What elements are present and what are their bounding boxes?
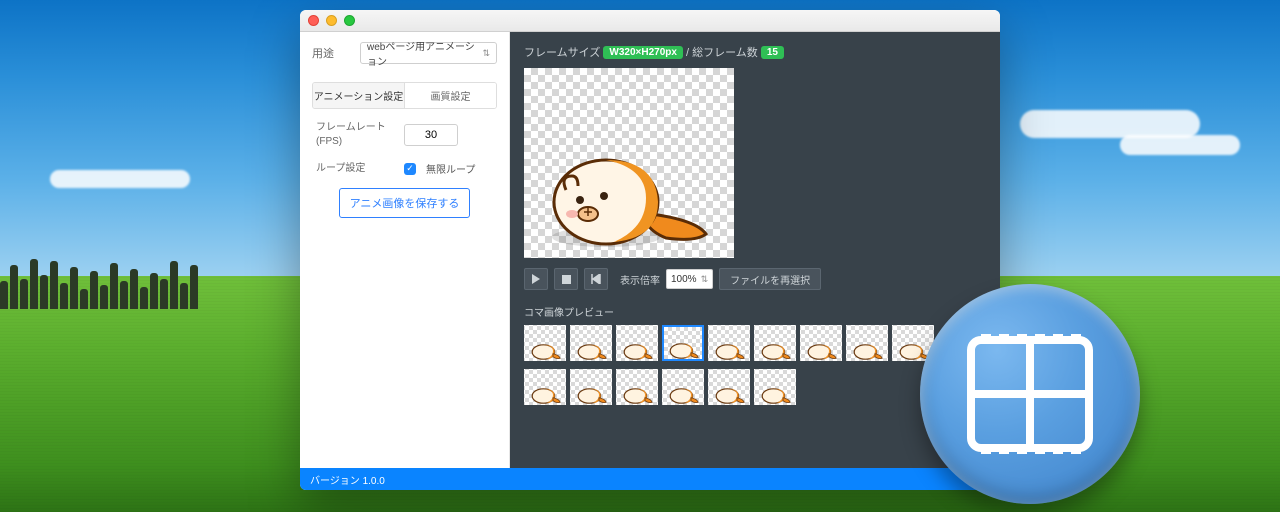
chevron-updown-icon: ⇅: [701, 275, 709, 284]
thumbnail[interactable]: [708, 325, 750, 361]
frame-size-badge: W320×H270px: [603, 46, 683, 59]
thumbnail[interactable]: [800, 325, 842, 361]
fps-label: フレームレート (FPS): [316, 121, 394, 149]
first-frame-button[interactable]: [584, 268, 608, 290]
app-icon: [920, 284, 1140, 504]
version-label: バージョン 1.0.0: [310, 472, 385, 487]
usage-select[interactable]: webページ用アニメーション ⇅: [360, 42, 497, 64]
settings-panel: 用途 webページ用アニメーション ⇅ アニメーション設定 画質設定 フレームレ…: [300, 32, 510, 468]
scale-select[interactable]: 100% ⇅: [666, 269, 713, 289]
scale-value: 100%: [671, 274, 697, 285]
save-button[interactable]: アニメ画像を保存する: [339, 188, 471, 218]
thumbnail[interactable]: [708, 369, 750, 405]
filmstrip-icon: [965, 334, 1095, 454]
usage-label: 用途: [312, 45, 352, 61]
loop-checkbox-label: 無限ループ: [426, 161, 475, 176]
thumbnail[interactable]: [524, 325, 566, 361]
chevron-updown-icon: ⇅: [482, 49, 490, 58]
window-titlebar[interactable]: [300, 10, 1000, 32]
scale-label: 表示倍率: [620, 272, 660, 287]
preview-sprite: [546, 142, 716, 252]
usage-select-value: webページ用アニメーション: [367, 38, 482, 68]
tab-animation[interactable]: アニメーション設定: [313, 83, 404, 108]
thumbnail[interactable]: [616, 325, 658, 361]
thumbnails-title: コマ画像プレビュー: [524, 304, 986, 319]
minimize-icon[interactable]: [326, 15, 337, 26]
zoom-icon[interactable]: [344, 15, 355, 26]
cloud: [1020, 110, 1200, 138]
preview-canvas: [524, 68, 734, 258]
thumbnail[interactable]: [616, 369, 658, 405]
frame-size-label: フレームサイズ: [524, 47, 600, 59]
thumbnail[interactable]: [754, 325, 796, 361]
frame-info: フレームサイズ W320×H270px / 総フレーム数 15: [524, 44, 986, 60]
tab-quality[interactable]: 画質設定: [404, 83, 496, 108]
settings-tabs: アニメーション設定 画質設定: [312, 82, 497, 109]
stop-button[interactable]: [554, 268, 578, 290]
loop-checkbox[interactable]: ✓: [404, 163, 416, 175]
close-icon[interactable]: [308, 15, 319, 26]
total-frames-label: 総フレーム数: [692, 47, 758, 59]
app-window: 用途 webページ用アニメーション ⇅ アニメーション設定 画質設定 フレームレ…: [300, 10, 1000, 490]
thumbnail[interactable]: [662, 369, 704, 405]
loop-label: ループ設定: [316, 162, 394, 176]
fps-input[interactable]: [404, 124, 458, 146]
total-frames-badge: 15: [761, 46, 784, 59]
thumbnail[interactable]: [662, 325, 704, 361]
thumbnail[interactable]: [524, 369, 566, 405]
thumbnail[interactable]: [570, 325, 612, 361]
thumbnail[interactable]: [846, 325, 888, 361]
cloud: [1120, 135, 1240, 155]
cloud: [50, 170, 190, 188]
thumbnails-strip: [524, 325, 944, 405]
play-button[interactable]: [524, 268, 548, 290]
thumbnail[interactable]: [754, 369, 796, 405]
thumbnail[interactable]: [570, 369, 612, 405]
reselect-files-button[interactable]: ファイルを再選択: [719, 268, 821, 290]
status-bar: バージョン 1.0.0: [300, 468, 1000, 490]
